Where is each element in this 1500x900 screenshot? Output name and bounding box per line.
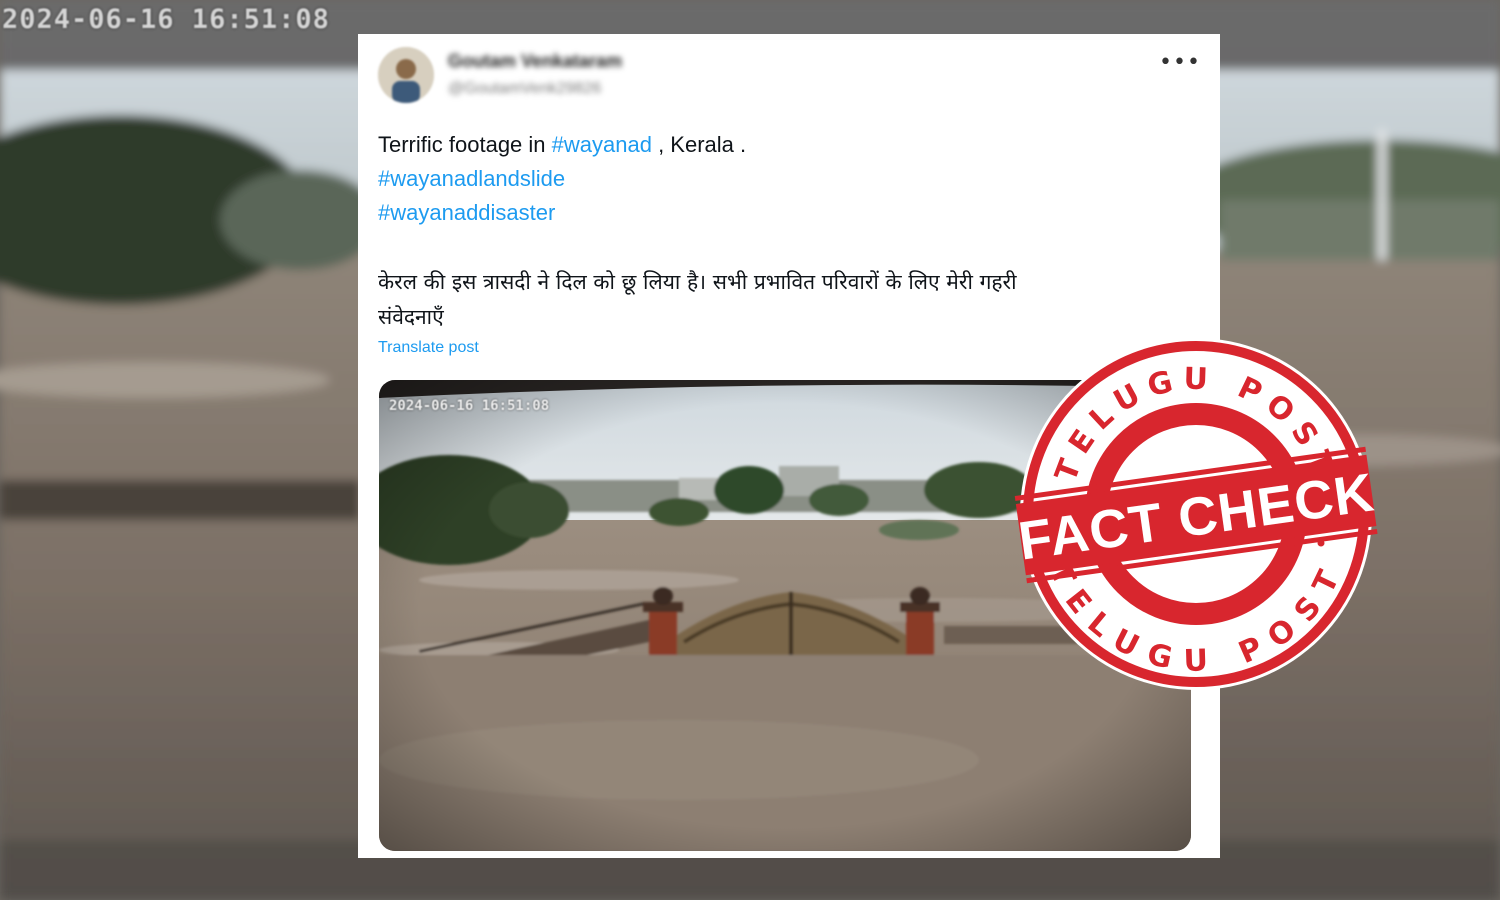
avatar-image <box>378 47 434 103</box>
tweet-text-suffix: , Kerala . <box>651 132 747 157</box>
author-handle[interactable]: @GoutamVenk29826 <box>448 80 601 98</box>
telugu-post-fact-check-stamp: TELUGU POST TELUGU POST FACT CHECK <box>1014 338 1378 690</box>
tweet-text: Terrific footage in #wayanad , Kerala . … <box>378 128 1178 230</box>
hashtag-wayanad[interactable]: #wayanad <box>552 132 652 157</box>
author-name[interactable]: Goutam Venkataram <box>448 51 622 72</box>
more-horizontal-icon: ••• <box>1159 49 1201 75</box>
tweet-text-prefix: Terrific footage in <box>378 132 552 157</box>
tweet-line-1: Terrific footage in #wayanad , Kerala . <box>378 128 1178 162</box>
hindi-line-1: केरल की इस त्रासदी ने दिल को छू लिया है।… <box>378 270 1017 294</box>
translate-post-link[interactable]: Translate post <box>378 339 479 357</box>
more-options-button[interactable]: ••• <box>1159 48 1200 76</box>
hashtag-wayanadlandslide[interactable]: #wayanadlandslide <box>378 166 565 191</box>
tweet-hindi-text: केरल की इस त्रासदी ने दिल को छू लिया है।… <box>378 265 1178 335</box>
hashtag-wayanaddisaster[interactable]: #wayanaddisaster <box>378 200 555 225</box>
author-avatar[interactable] <box>378 47 434 103</box>
background-video-timestamp: 2024-06-16 16:51:08 <box>2 4 330 35</box>
fact-check-thumbnail: 2024-06-16 16:51:08 Goutam Venkataram @G… <box>0 0 1500 900</box>
hindi-line-2: संवेदनाएँ <box>378 305 444 329</box>
tweet-line-2: #wayanadlandslide <box>378 162 1178 196</box>
video-timestamp: 2024-06-16 16:51:08 <box>389 398 550 414</box>
tweet-line-3: #wayanaddisaster <box>378 196 1178 230</box>
